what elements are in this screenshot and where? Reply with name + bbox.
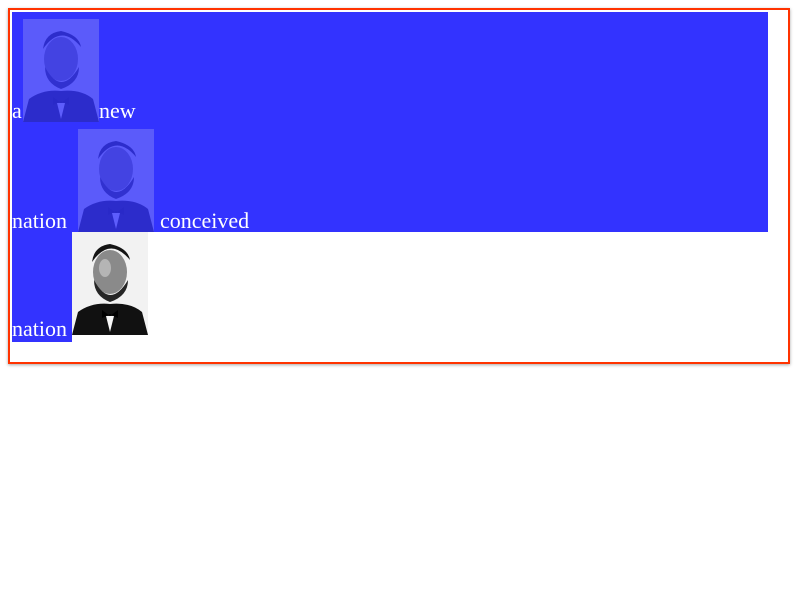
portrait-image: [23, 19, 99, 122]
portrait-image: [72, 232, 148, 335]
text-line-1: a new: [12, 12, 768, 122]
word-nation: nation: [12, 208, 67, 233]
text-line-2: nation conceived: [12, 122, 768, 232]
portrait-image: [78, 129, 154, 232]
text-flow: a new nation conceived nation: [12, 12, 768, 342]
word-nation: nation: [12, 232, 72, 342]
word-a: a: [12, 98, 22, 123]
word-new: new: [99, 98, 136, 123]
word-conceived: conceived: [160, 208, 250, 233]
text-line-3: nation: [12, 232, 768, 342]
